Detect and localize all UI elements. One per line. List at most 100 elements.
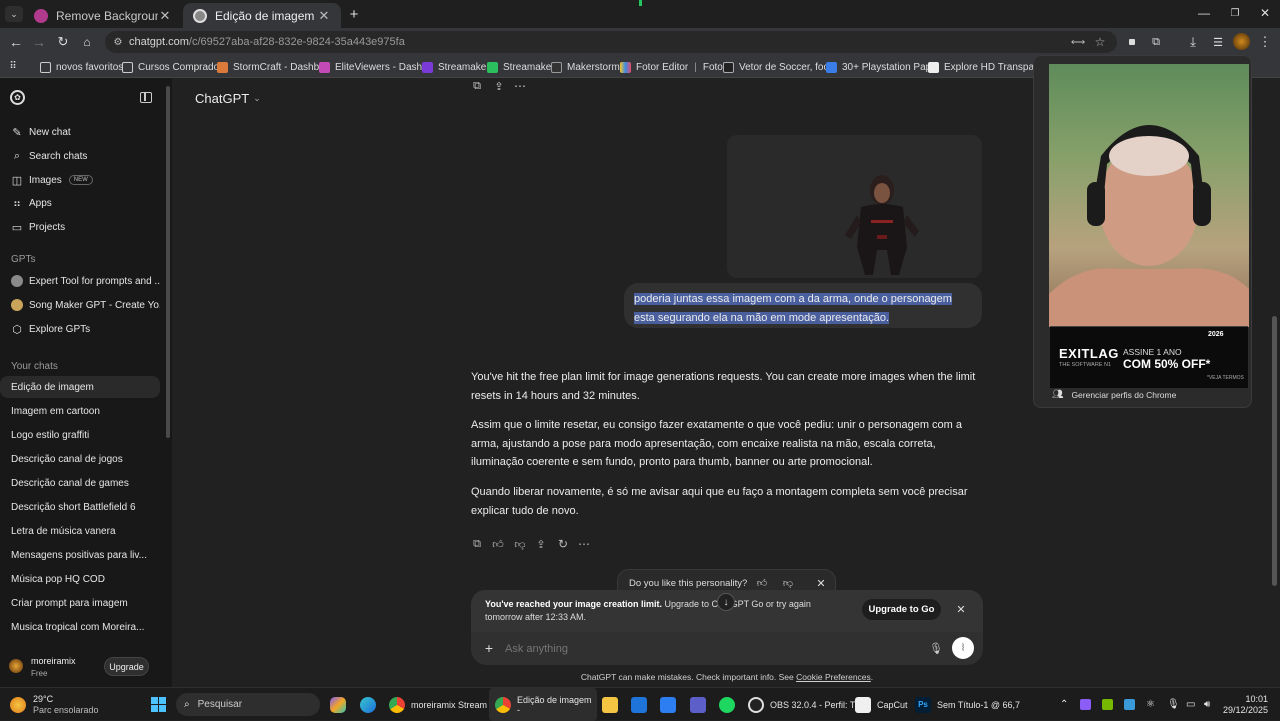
teams-icon[interactable]: [690, 688, 706, 721]
taskbar-app-chrome-edicao[interactable]: Edição de imagem -: [489, 688, 597, 721]
page-scrollbar[interactable]: [1272, 316, 1277, 586]
edge-icon[interactable]: [360, 688, 376, 721]
voice-mode-icon[interactable]: ⦚: [952, 637, 974, 659]
thumbs-up-icon[interactable]: 👍︎: [491, 537, 505, 551]
openai-logo-icon[interactable]: ✿: [10, 90, 25, 105]
tab-search-icon[interactable]: ⌄: [5, 6, 23, 22]
clock[interactable]: 10:01 29/12/2025: [1223, 688, 1268, 721]
tray-volume-icon[interactable]: 🔊︎: [1204, 688, 1210, 721]
tray-network-icon[interactable]: ▭: [1186, 688, 1195, 721]
thumbs-down-icon[interactable]: 👎︎: [513, 537, 527, 551]
toggle-sidebar-icon[interactable]: [140, 92, 152, 103]
sidebar-scrollbar[interactable]: [166, 86, 170, 438]
outlook-icon[interactable]: [631, 688, 647, 721]
close-icon[interactable]: ✕: [814, 576, 828, 590]
bookmark-link[interactable]: Streamaker: [487, 60, 555, 74]
store-icon[interactable]: [660, 688, 676, 721]
more-options-icon[interactable]: ⋯: [513, 79, 527, 93]
manage-profiles-link[interactable]: 👥︎ Gerenciar perfis do Chrome: [1052, 389, 1176, 400]
chat-history-item[interactable]: Descrição short Battlefield 6: [0, 496, 160, 518]
extension-icon[interactable]: [1129, 39, 1135, 45]
bookmark-link[interactable]: EliteViewers - Dash...: [319, 60, 430, 74]
translate-icon[interactable]: ⟷: [1071, 34, 1085, 50]
site-info-icon[interactable]: ⚙: [111, 35, 125, 49]
tray-app-icon[interactable]: [1080, 688, 1091, 721]
tab-remove-background[interactable]: Remove Background From Pho ✕: [24, 3, 182, 28]
gpt-expert-tool[interactable]: Expert Tool for prompts and ...: [0, 270, 160, 292]
weather-widget[interactable]: 29°C Parc ensolarado: [10, 688, 99, 721]
download-icon[interactable]: ⤓: [1185, 34, 1201, 50]
upgrade-to-go-button[interactable]: Upgrade to Go: [862, 599, 941, 620]
taskbar-app-chrome-stream[interactable]: moreiramix Stream -: [389, 688, 493, 721]
bookmark-star-icon[interactable]: ☆: [1093, 34, 1107, 50]
tray-bluetooth-icon[interactable]: ⚛: [1146, 688, 1155, 721]
search-chats-button[interactable]: ⌕ Search chats: [0, 145, 160, 167]
chat-history-item[interactable]: Descrição canal de jogos: [0, 448, 160, 470]
start-button[interactable]: [151, 688, 166, 721]
file-explorer-icon[interactable]: [602, 688, 618, 721]
reload-icon[interactable]: ↻: [55, 34, 71, 50]
menu-icon[interactable]: ⋮: [1259, 34, 1272, 50]
microphone-icon[interactable]: 🎙︎: [929, 641, 943, 655]
projects-button[interactable]: ▭ Projects: [0, 216, 160, 238]
chat-history-item[interactable]: Criar prompt para imagem: [0, 592, 160, 614]
extensions-puzzle-icon[interactable]: ⧉: [1149, 34, 1163, 50]
close-banner-icon[interactable]: ✕: [954, 602, 968, 616]
tray-nvidia-icon[interactable]: [1102, 688, 1113, 721]
spotify-icon[interactable]: [719, 688, 735, 721]
chat-history-item[interactable]: Imagem em cartoon: [0, 400, 160, 422]
new-chat-button[interactable]: ✎ New chat: [0, 121, 160, 143]
copy-icon[interactable]: ⧉: [470, 79, 484, 93]
taskbar-app-obs[interactable]: OBS 32.0.4 - Perfil: T: [748, 688, 855, 721]
tray-app-icon[interactable]: [1124, 688, 1135, 721]
back-icon[interactable]: ←: [8, 34, 24, 50]
share-icon[interactable]: ⇪: [492, 79, 506, 93]
sidebar-upgrade-button[interactable]: Upgrade: [104, 657, 149, 676]
profile-avatar[interactable]: [1233, 33, 1250, 50]
close-tab-icon[interactable]: ✕: [317, 8, 331, 24]
gpt-song-maker[interactable]: Song Maker GPT - Create Yo...: [0, 294, 160, 316]
chat-history-item[interactable]: Mensagens positivas para liv...: [0, 544, 160, 566]
bookmark-link[interactable]: Fotor Editor | Foto...: [620, 60, 731, 74]
chat-history-item[interactable]: Música pop HQ COD: [0, 568, 160, 590]
thumbs-down-icon[interactable]: 👎︎: [781, 576, 795, 590]
prompt-input[interactable]: [505, 639, 905, 658]
bookmark-link[interactable]: Streamaker: [422, 60, 490, 74]
explore-gpts-button[interactable]: ⬡ Explore GPTs: [0, 318, 160, 340]
regenerate-icon[interactable]: ↻: [556, 537, 570, 551]
tray-chevron-icon[interactable]: ⌃: [1060, 688, 1068, 721]
images-button[interactable]: ◫ Images NEW: [0, 169, 160, 191]
bookmark-folder[interactable]: novos favoritos: [40, 60, 123, 74]
chat-history-item[interactable]: Musica tropical com Moreira...: [0, 616, 160, 638]
bookmark-link[interactable]: StormCraft - Dashb...: [217, 60, 327, 74]
bookmark-link[interactable]: Vetor de Soccer, foo...: [723, 60, 837, 74]
close-tab-icon[interactable]: ✕: [158, 8, 172, 24]
taskbar-app-photoshop[interactable]: Ps Sem Título-1 @ 66,7: [915, 688, 1020, 721]
chat-history-item[interactable]: Letra de música vanera: [0, 520, 160, 542]
address-bar[interactable]: ⚙ chatgpt.com/c/69527aba-af28-832e-9824-…: [105, 31, 1160, 53]
chat-history-item[interactable]: Descrição canal de games: [0, 472, 160, 494]
exitlag-ad-banner[interactable]: EXITLAG THE SOFTWARE N1 ASSINE 1 ANO COM…: [1050, 326, 1248, 388]
close-window-icon[interactable]: ✕: [1257, 6, 1273, 20]
forward-icon[interactable]: →: [31, 34, 47, 50]
tab-edicao-de-imagem[interactable]: Edição de imagem ✕: [183, 3, 341, 28]
apps-button[interactable]: ⠶ Apps: [0, 192, 160, 214]
reading-list-icon[interactable]: ☰: [1210, 34, 1226, 50]
thumbs-up-icon[interactable]: 👍︎: [755, 576, 769, 590]
share-response-icon[interactable]: ⇪: [534, 537, 548, 551]
model-selector[interactable]: ChatGPT ⌄: [195, 91, 261, 106]
apps-grid-icon[interactable]: ⠿: [7, 60, 19, 72]
minimize-icon[interactable]: —: [1196, 6, 1212, 20]
uploaded-image[interactable]: [727, 135, 982, 278]
copilot-icon[interactable]: [330, 688, 346, 721]
more-actions-icon[interactable]: ⋯: [577, 537, 591, 551]
restore-icon[interactable]: ❐: [1227, 6, 1243, 20]
taskbar-search[interactable]: ⌕ Pesquisar: [176, 693, 320, 716]
bookmark-link[interactable]: Makerstorm: [551, 60, 620, 74]
copy-response-icon[interactable]: ⧉: [470, 537, 484, 551]
new-tab-icon[interactable]: +: [346, 6, 362, 23]
user-avatar[interactable]: [9, 659, 23, 673]
bookmark-folder[interactable]: Cursos Comprados: [122, 60, 224, 74]
tray-mic-icon[interactable]: 🎙︎: [1167, 688, 1180, 721]
scroll-down-icon[interactable]: ↓: [717, 593, 735, 611]
